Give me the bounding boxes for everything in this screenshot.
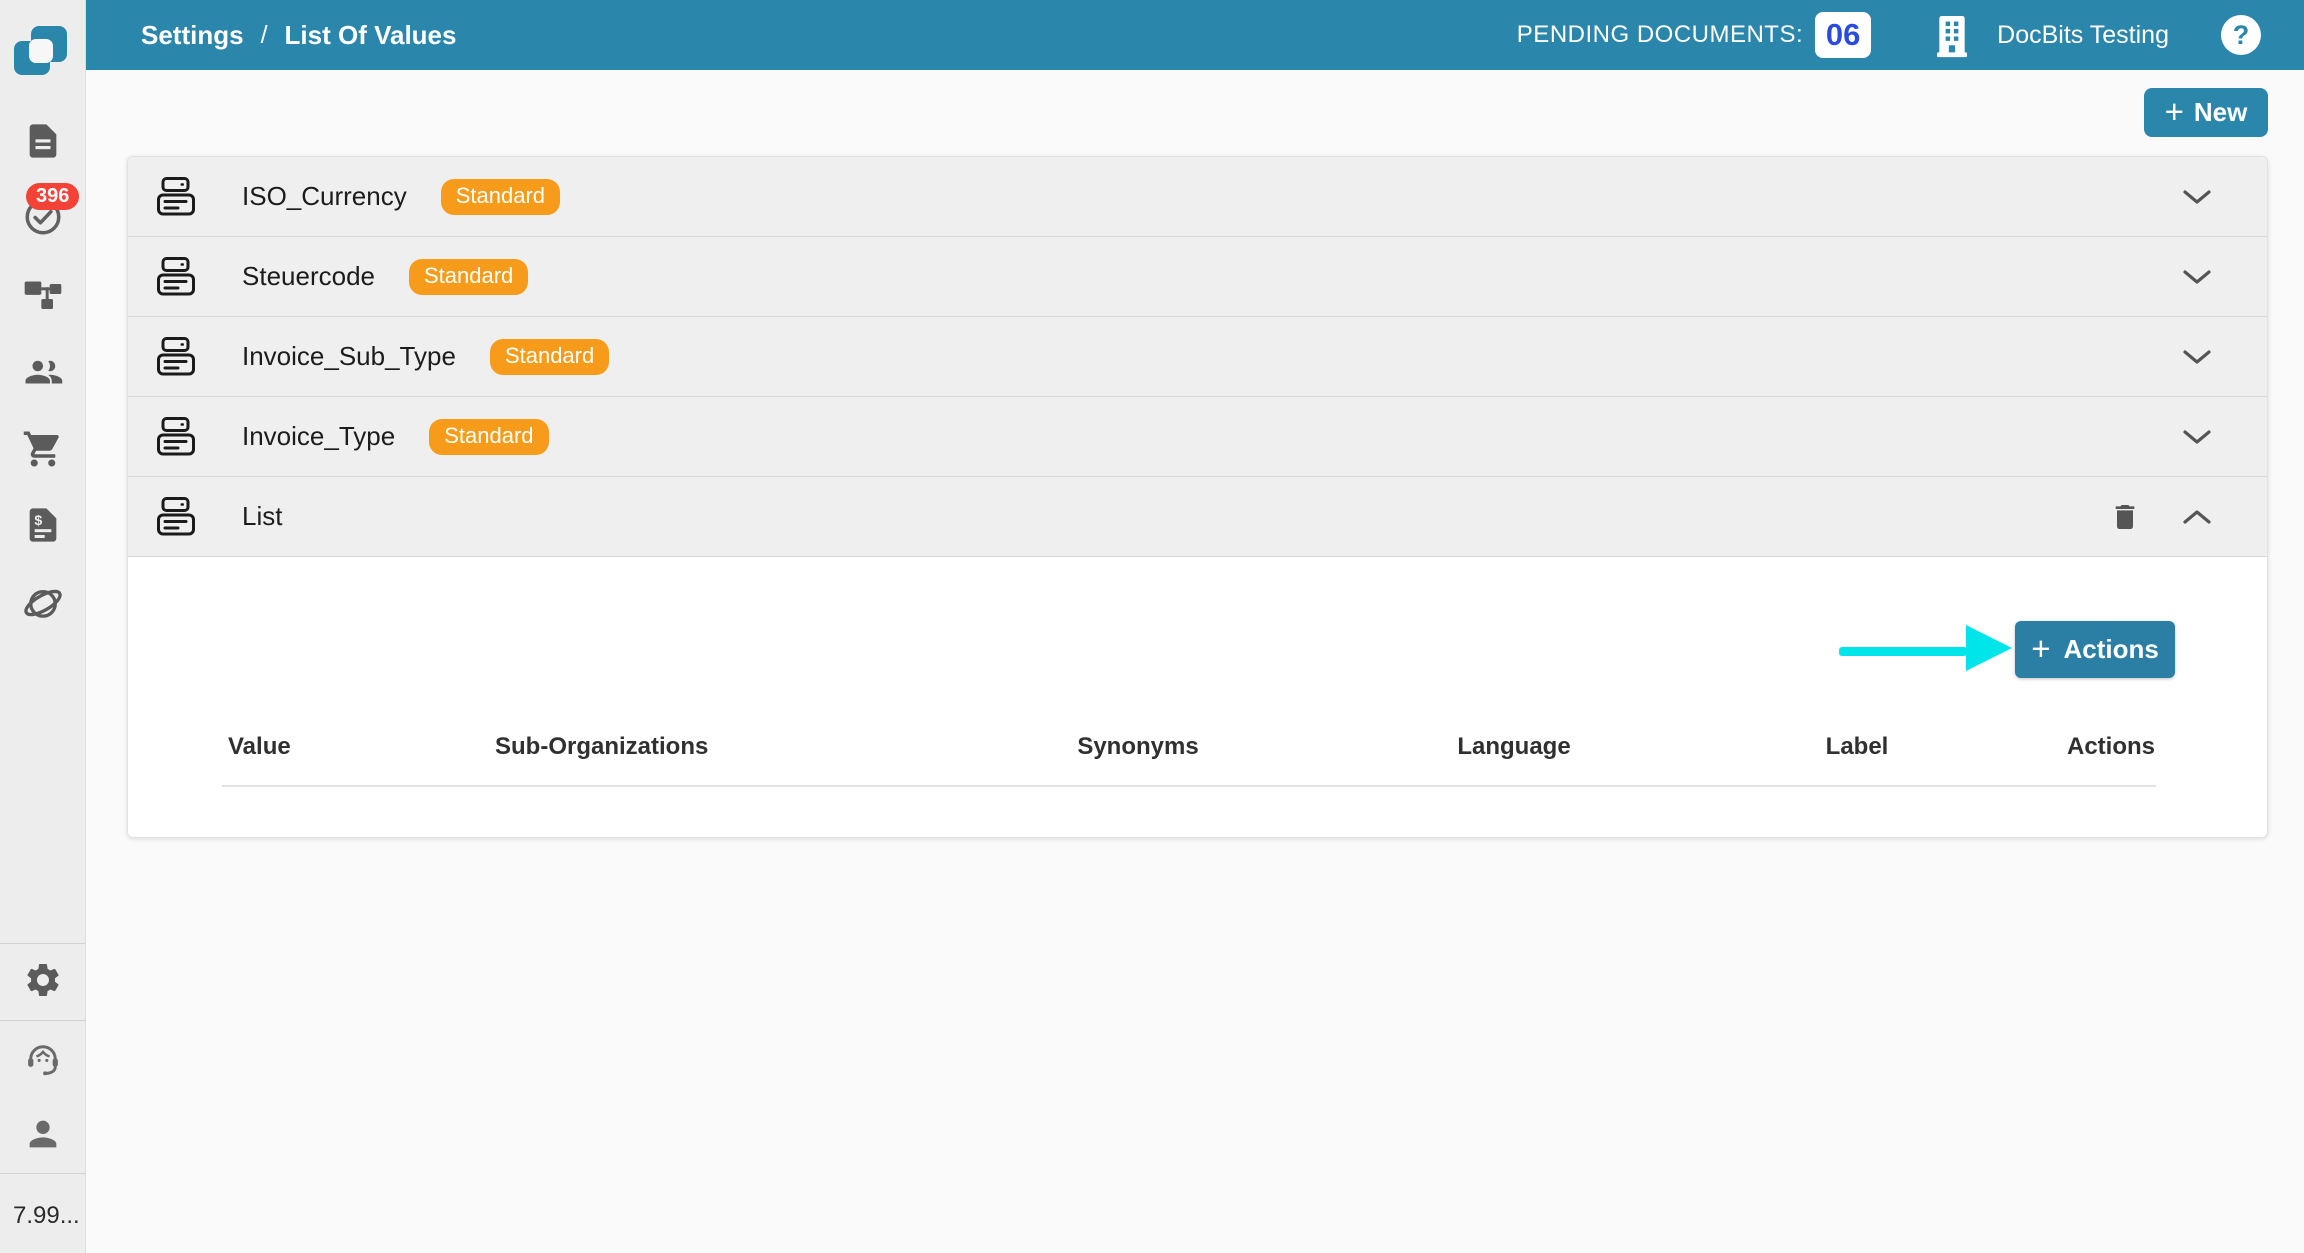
chevron-down-icon[interactable] — [2173, 413, 2221, 461]
chevron-down-icon[interactable] — [2173, 333, 2221, 381]
svg-text:$: $ — [34, 513, 42, 529]
breadcrumb-list-of-values[interactable]: List Of Values — [285, 20, 457, 51]
breadcrumb-settings[interactable]: Settings — [141, 20, 244, 51]
lov-name: Invoice_Sub_Type — [242, 341, 456, 372]
list-of-values-icon — [154, 176, 200, 217]
standard-badge: Standard — [409, 259, 528, 295]
column-header-sub-organizations: Sub-Organizations — [495, 733, 708, 761]
lov-row-list[interactable]: List — [128, 477, 2267, 557]
table-header-divider — [222, 785, 2156, 787]
settings-gear-icon[interactable] — [0, 960, 86, 1000]
network-orbit-icon[interactable] — [0, 582, 86, 624]
list-of-values-icon — [154, 256, 200, 297]
lov-row-invoice-sub-type[interactable]: Invoice_Sub_Type Standard — [128, 317, 2267, 397]
invoice-icon[interactable]: $ — [0, 505, 86, 545]
annotation-arrow-head — [1966, 625, 2012, 671]
help-icon[interactable]: ? — [2221, 15, 2261, 55]
lov-row-invoice-type[interactable]: Invoice_Type Standard — [128, 397, 2267, 477]
sidebar: 396 $ — [0, 0, 86, 1253]
cart-icon[interactable] — [0, 428, 86, 470]
app-version: 7.99... — [13, 1202, 80, 1230]
lov-row-steuercode[interactable]: Steuercode Standard — [128, 237, 2267, 317]
list-of-values-card: ISO_Currency Standard Steuercode Standar… — [127, 156, 2268, 838]
pending-documents-count: 06 — [1815, 12, 1871, 58]
actions-button[interactable]: + Actions — [2015, 621, 2175, 678]
support-headset-icon[interactable] — [0, 1038, 86, 1080]
lov-name: Invoice_Type — [242, 421, 395, 452]
pending-documents-label: PENDING DOCUMENTS: — [1517, 21, 1803, 49]
chevron-down-icon[interactable] — [2173, 253, 2221, 301]
plus-icon: + — [2165, 95, 2184, 128]
pending-count-badge: 396 — [26, 183, 79, 210]
organization-name[interactable]: DocBits Testing — [1997, 21, 2169, 50]
new-button[interactable]: + New — [2144, 88, 2268, 137]
chevron-up-icon[interactable] — [2173, 493, 2221, 541]
column-header-language: Language — [1457, 733, 1570, 761]
column-header-actions: Actions — [2067, 733, 2155, 761]
lov-name: List — [242, 501, 282, 532]
standard-badge: Standard — [490, 339, 609, 375]
chevron-down-icon[interactable] — [2173, 173, 2221, 221]
breadcrumb-separator: / — [261, 21, 268, 50]
documents-icon[interactable] — [0, 121, 86, 161]
lov-row-iso-currency[interactable]: ISO_Currency Standard — [128, 157, 2267, 237]
standard-badge: Standard — [441, 179, 560, 215]
list-of-values-icon — [154, 336, 200, 377]
user-icon[interactable] — [0, 1114, 86, 1154]
top-header: Settings / List Of Values PENDING DOCUME… — [86, 0, 2304, 70]
docbits-logo — [0, 0, 86, 78]
column-header-synonyms: Synonyms — [1077, 733, 1198, 761]
lov-name: ISO_Currency — [242, 181, 407, 212]
lov-name: Steuercode — [242, 261, 375, 292]
delete-icon[interactable] — [2101, 493, 2149, 541]
workflow-icon[interactable] — [0, 274, 86, 314]
list-expanded-panel: + Actions Value Sub-Organizations Synony… — [128, 557, 2267, 837]
breadcrumb: Settings / List Of Values — [86, 20, 456, 51]
list-of-values-icon — [154, 496, 200, 537]
column-header-label: Label — [1826, 733, 1889, 761]
plus-icon: + — [2031, 632, 2050, 665]
standard-badge: Standard — [429, 419, 548, 455]
users-icon[interactable] — [0, 352, 86, 394]
column-header-value: Value — [228, 733, 291, 761]
list-of-values-icon — [154, 416, 200, 457]
building-icon — [1933, 12, 1971, 58]
annotation-arrow — [1839, 647, 1967, 656]
